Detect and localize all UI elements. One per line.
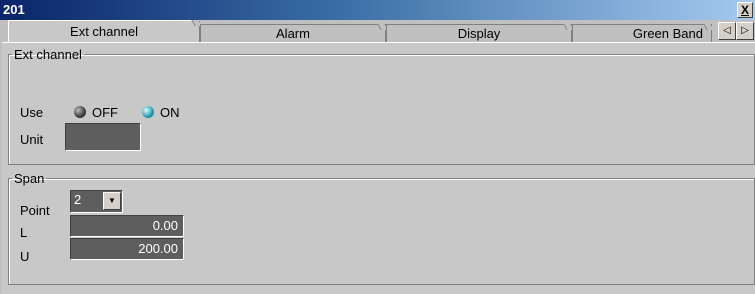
- point-label: Point: [20, 203, 50, 218]
- span-legend: Span: [14, 171, 45, 186]
- tab-scroll-left-icon[interactable]: ◁: [718, 22, 736, 40]
- u-value-input[interactable]: 200.00: [70, 238, 184, 260]
- tab-alarm[interactable]: Alarm: [200, 24, 386, 43]
- point-value: 2: [74, 192, 82, 207]
- tab-strip: Ext channel Alarm Display Green Band: [0, 20, 755, 43]
- title-bar: 201 X: [0, 0, 755, 20]
- radio-on-icon[interactable]: [142, 106, 154, 118]
- tab-display[interactable]: Display: [386, 24, 572, 43]
- radio-off-icon[interactable]: [74, 106, 86, 118]
- unit-input[interactable]: [65, 123, 141, 151]
- l-value-input[interactable]: 0.00: [70, 215, 184, 237]
- point-select[interactable]: 2 ▼: [70, 190, 123, 213]
- chevron-down-icon[interactable]: ▼: [103, 192, 121, 210]
- off-label[interactable]: OFF: [92, 105, 118, 120]
- close-button[interactable]: X: [737, 2, 753, 18]
- use-label: Use: [20, 105, 44, 120]
- tab-ext-channel[interactable]: Ext channel: [8, 20, 200, 43]
- tab-green-band[interactable]: Green Band: [572, 24, 712, 42]
- tab-panel-ext-channel: Ext channel Use OFF ON Unit Span Point 2…: [2, 42, 755, 294]
- l-label: L: [20, 225, 28, 240]
- ext-channel-legend: Ext channel: [14, 47, 82, 62]
- u-label: U: [20, 249, 30, 264]
- window-title: 201: [3, 2, 25, 17]
- on-label[interactable]: ON: [160, 105, 180, 120]
- tab-scroll-right-icon[interactable]: ▷: [736, 22, 754, 40]
- tab-scroll-buttons: ◁ ▷: [716, 22, 755, 40]
- unit-label: Unit: [20, 132, 44, 147]
